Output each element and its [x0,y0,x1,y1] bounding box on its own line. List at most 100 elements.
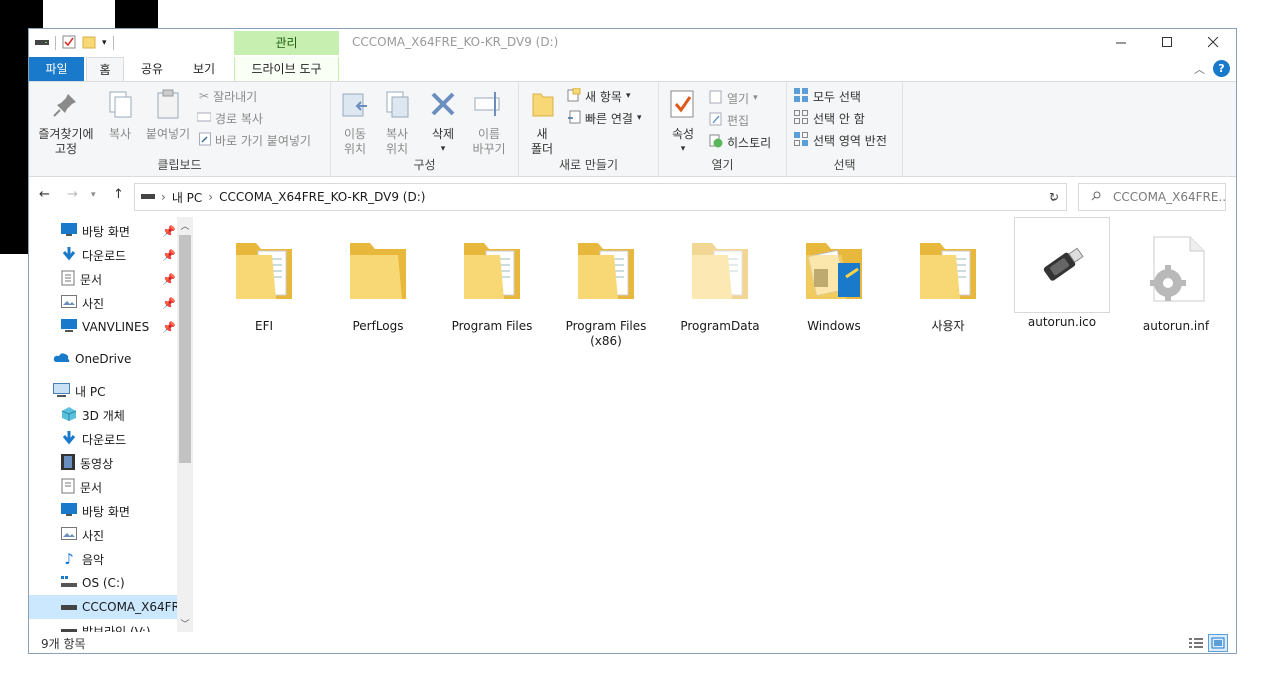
help-icon[interactable]: ? [1213,60,1230,77]
history-button[interactable]: 히스토리 [709,132,771,152]
tab-drive-tools[interactable]: 드라이브 도구 [234,57,339,81]
search-input[interactable]: CCCOMA_X64FRE... [1078,183,1226,211]
nav-item-pictures[interactable]: 사진 📌 [29,291,177,315]
file-item[interactable]: Program Files [444,225,540,355]
easy-access-button[interactable]: 빠른 연결 ▾ [567,108,642,128]
new-item-button[interactable]: 새 항목 ▾ [567,86,630,106]
ribbon-controls: ︿ ? [1194,60,1230,77]
scrollbar-thumb[interactable] [179,235,191,463]
file-item[interactable]: autorun.inf [1128,225,1224,355]
pin-icon[interactable]: 📌 [162,297,176,310]
open-button[interactable]: 열기 ▾ [709,88,758,108]
new-folder-icon[interactable] [82,35,96,52]
nav-item-this-pc[interactable]: 내 PC [29,379,177,403]
edit-button[interactable]: 편집 [709,110,749,130]
file-item[interactable]: Windows [786,225,882,355]
select-all-button[interactable]: 모두 선택 [793,86,861,106]
file-item[interactable]: PerfLogs [330,225,426,355]
nav-item-label: 다운로드 [82,248,127,263]
file-item[interactable]: EFI [216,225,312,355]
group-label-open: 열기 [711,158,734,172]
nav-item-downloads-pc[interactable]: 다운로드 [29,427,177,451]
nav-item-desktop-pc[interactable]: 바탕 화면 [29,499,177,523]
move-to-button[interactable]: 이동 위치 [337,88,373,157]
paste-button[interactable]: 붙여넣기 [141,88,195,142]
nav-item-3d-objects[interactable]: 3D 개체 [29,403,177,427]
forward-arrow-icon[interactable]: → [67,187,78,202]
quick-access-toolbar: ▾ [35,34,114,52]
file-item[interactable]: autorun.ico [1014,217,1110,347]
group-label-organize: 구성 [413,158,436,172]
tab-share[interactable]: 공유 [132,57,172,81]
copy-path-button[interactable]: 경로 복사 [196,108,263,128]
nav-item-documents-pc[interactable]: 문서 [29,475,177,499]
file-item[interactable]: 사용자 [900,225,996,355]
nav-item-label: 발브라인 (V:) [82,624,151,633]
back-arrow-icon[interactable]: ← [39,187,50,202]
tab-view[interactable]: 보기 [179,57,229,81]
settings-file-icon [1136,229,1216,309]
address-bar[interactable]: › 내 PC › CCCOMA_X64FRE_KO-KR_DV9 (D:) ⌄ [134,183,1067,211]
copy-to-label: 복사 위치 [385,127,409,156]
details-view-button[interactable] [1186,634,1206,652]
copy-button[interactable]: 복사 [103,88,137,142]
nav-item-music[interactable]: ♪ 음악 [29,547,177,571]
tab-home[interactable]: 홈 [86,57,124,82]
close-button[interactable] [1190,29,1236,55]
up-arrow-icon[interactable]: ↑ [113,187,124,202]
pin-icon[interactable]: 📌 [162,249,176,262]
copy-to-button[interactable]: 복사 위치 [379,88,415,157]
properties-icon[interactable] [62,35,76,52]
scroll-down-icon[interactable]: ﹀ [177,617,193,630]
nav-item-dvd-drive[interactable]: CCCOMA_X64FRE [29,595,177,619]
delete-button[interactable]: 삭제 ▾ [425,88,461,157]
properties-button[interactable]: 속성 ▾ [667,88,699,157]
nav-item-os-drive[interactable]: OS (C:) [29,571,177,595]
rename-button[interactable]: 이름 바꾸기 [469,88,509,157]
nav-item-downloads[interactable]: 다운로드 📌 [29,243,177,267]
nav-item-label: 문서 [80,272,103,287]
nav-item-documents[interactable]: 문서 📌 [29,267,177,291]
pin-icon[interactable]: 📌 [162,225,176,238]
invert-selection-button[interactable]: 선택 영역 반전 [793,130,887,150]
breadcrumb-this-pc[interactable]: 내 PC [172,189,202,206]
cut-button[interactable]: ✂ 잘라내기 [199,86,257,106]
nav-item-onedrive[interactable]: OneDrive [29,347,177,371]
delete-dropdown-icon[interactable]: ▾ [425,142,461,157]
breadcrumb-drive[interactable]: CCCOMA_X64FRE_KO-KR_DV9 (D:) [219,190,425,204]
pin-to-quick-access-button[interactable]: 즐겨찾기에 고정 [33,88,99,157]
nav-item-videos[interactable]: 동영상 [29,451,177,475]
drive-icon[interactable] [35,36,49,50]
pin-icon[interactable]: 📌 [162,273,176,286]
large-icons-view-button[interactable] [1208,634,1228,652]
recent-locations-icon[interactable]: ▾ [91,190,96,200]
maximize-button[interactable] [1144,29,1190,55]
paste-shortcut-button[interactable]: 바로 가기 붙여넣기 [199,130,311,150]
open-label: 열기 [727,91,750,106]
properties-dropdown-icon[interactable]: ▾ [667,142,699,157]
customize-dropdown-icon[interactable]: ▾ [102,38,107,48]
new-folder-button[interactable]: 새 폴더 [527,88,557,157]
easy-access-icon [567,110,581,127]
select-none-button[interactable]: 선택 안 함 [793,108,865,128]
collapse-ribbon-icon[interactable]: ︿ [1194,61,1205,77]
tab-file[interactable]: 파일 [29,57,84,81]
nav-item-pictures-pc[interactable]: 사진 [29,523,177,547]
ribbon-tabs: 파일 홈 공유 보기 드라이브 도구 ︿ ? [29,57,1236,82]
file-item[interactable]: ProgramData [672,225,768,355]
nav-item-v-drive[interactable]: 발브라인 (V:) [29,619,177,632]
minimize-button[interactable] [1098,29,1144,55]
nav-pane-scrollbar[interactable]: ︿ ﹀ [177,217,193,632]
rename-label: 이름 바꾸기 [472,127,506,156]
desktop-icon [61,503,77,519]
nav-item-label: 3D 개체 [82,408,125,423]
nav-item-desktop[interactable]: 바탕 화면 📌 [29,219,177,243]
toolbar-separator [55,36,56,50]
paste-label: 붙여넣기 [145,127,191,141]
move-to-icon [337,88,373,124]
refresh-button[interactable]: ↻ [1039,183,1069,211]
pin-icon[interactable]: 📌 [162,321,176,334]
nav-item-vanvlines[interactable]: VANVLINES 📌 [29,315,177,339]
file-item[interactable]: Program Files (x86) [558,225,654,355]
scroll-up-icon[interactable]: ︿ [177,219,193,232]
